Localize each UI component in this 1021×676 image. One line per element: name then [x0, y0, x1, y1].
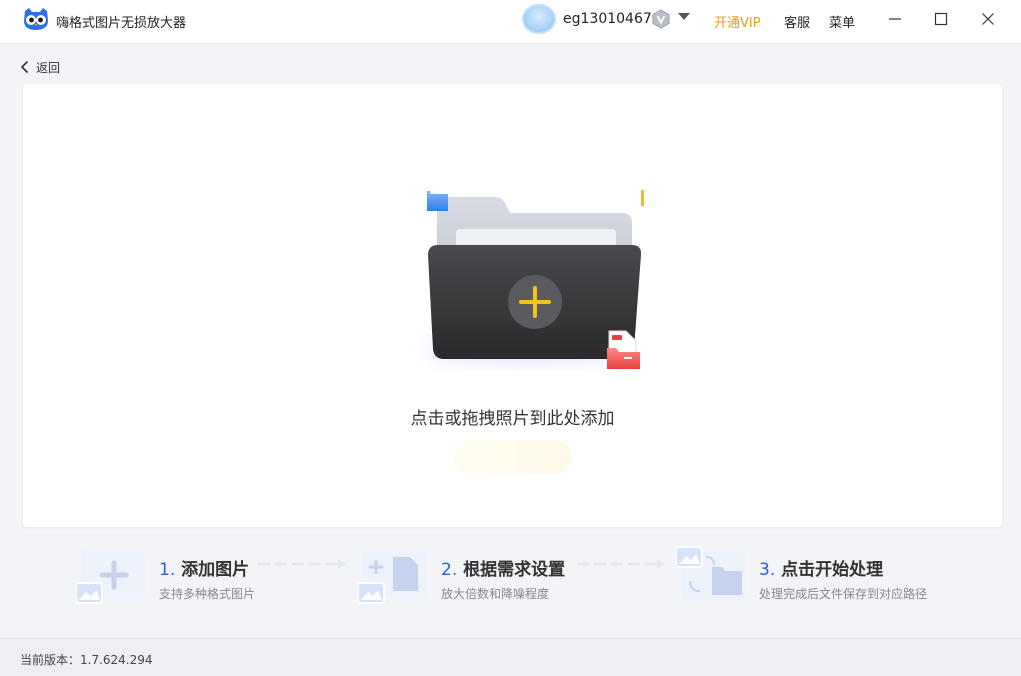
close-button[interactable]	[973, 6, 1003, 32]
chevron-left-icon	[20, 60, 29, 74]
back-button[interactable]: 返回	[20, 58, 60, 76]
minimize-button[interactable]	[880, 6, 910, 32]
step-desc: 放大倍数和降噪程度	[441, 587, 550, 601]
customer-service-link[interactable]: 客服	[784, 12, 810, 31]
username[interactable]: eg13010467	[563, 11, 652, 27]
step-number: 2.	[441, 560, 458, 580]
user-avatar[interactable]	[522, 4, 556, 34]
arrow-right-icon	[577, 559, 665, 569]
step-title-text: 点击开始处理	[781, 560, 884, 580]
upload-prompt[interactable]: 点击或拖拽照片到此处添加	[23, 404, 1002, 429]
step-number: 1.	[159, 560, 176, 580]
menu-link[interactable]: 菜单	[829, 12, 855, 31]
step-desc: 处理完成后文件保存到对应路径	[759, 587, 928, 601]
process-image-icon	[676, 546, 745, 600]
maximize-icon	[934, 12, 948, 26]
step-number: 3.	[759, 560, 776, 580]
back-label: 返回	[36, 60, 61, 75]
step-title: 3. 点击开始处理	[759, 555, 883, 580]
folder-add-icon[interactable]	[404, 187, 644, 377]
minimize-icon	[889, 18, 901, 20]
app-title: 嗨格式图片无损放大器	[56, 16, 187, 31]
upload-drop-zone[interactable]: 点击或拖拽照片到此处添加	[23, 84, 1002, 527]
step-title: 2. 根据需求设置	[441, 555, 565, 580]
step-title-text: 添加图片	[181, 560, 250, 580]
status-bar: 当前版本：1.7.624.294	[0, 638, 1021, 676]
step-desc: 支持多种格式图片	[159, 587, 256, 601]
step-title-text: 根据需求设置	[463, 560, 566, 580]
upload-button-glow	[454, 440, 572, 474]
settings-image-icon	[358, 550, 427, 604]
owl-logo-icon	[24, 8, 48, 30]
version-label: 当前版本：1.7.624.294	[20, 653, 153, 667]
arrow-right-icon	[258, 559, 346, 569]
caret-down-icon[interactable]	[678, 13, 690, 20]
step-title: 1. 添加图片	[159, 555, 249, 580]
vip-badge-icon	[652, 9, 670, 29]
close-icon	[982, 13, 994, 25]
title-bar: 嗨格式图片无损放大器 eg13010467 开通VIP 客服 菜单	[0, 0, 1021, 44]
open-vip-link[interactable]: 开通VIP	[714, 12, 761, 31]
add-image-icon	[76, 550, 145, 604]
maximize-button[interactable]	[926, 6, 956, 32]
